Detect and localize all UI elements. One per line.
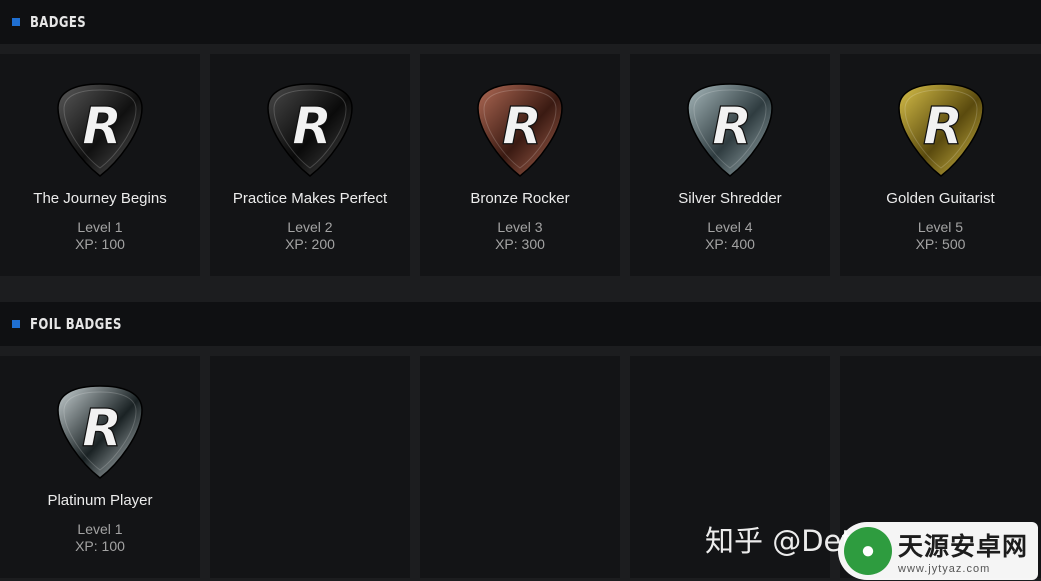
foil-badges-section-title: FOIL BADGES [30, 315, 122, 333]
badge-name: Bronze Rocker [470, 190, 570, 207]
badge-xp: XP: 100 [75, 538, 125, 554]
guitar-pick-icon: R [267, 83, 353, 177]
badge-level: Level 3 [497, 219, 543, 235]
svg-text:R: R [922, 97, 962, 157]
site-watermark-logo: ● 天源安卓网 www.jytyaz.com [838, 522, 1038, 580]
guitar-pick-icon: R [687, 83, 773, 177]
badge-level: Level 2 [287, 219, 333, 235]
guitar-pick-icon: R [57, 83, 143, 177]
badge-xp: XP: 400 [705, 236, 755, 252]
badge-xp: XP: 100 [75, 236, 125, 252]
badge-name: Golden Guitarist [886, 190, 995, 207]
foil-badge-card[interactable]: R Platinum Player Level 1 XP: 100 [0, 356, 200, 578]
badges-row: R The Journey Begins Level 1 XP: 100 R P… [0, 54, 1041, 276]
svg-text:R: R [82, 399, 122, 459]
svg-text:R: R [502, 97, 542, 157]
android-robot-icon: ● [844, 527, 892, 575]
badge-card[interactable]: R Bronze Rocker Level 3 XP: 300 [420, 54, 620, 276]
badge-xp: XP: 300 [495, 236, 545, 252]
badges-section-title: BADGES [30, 13, 87, 31]
empty-badge-slot [210, 356, 410, 578]
empty-badge-slot [420, 356, 620, 578]
svg-text:R: R [292, 97, 332, 157]
watermark-logo-url: www.jytyaz.com [898, 563, 991, 575]
svg-text:R: R [712, 97, 752, 157]
badge-name: Silver Shredder [678, 190, 782, 207]
watermark-logo-title: 天源安卓网 [898, 532, 1029, 561]
badge-card[interactable]: R Golden Guitarist Level 5 XP: 500 [840, 54, 1041, 276]
section-marker [12, 320, 20, 328]
badge-xp: XP: 200 [285, 236, 335, 252]
badge-xp: XP: 500 [915, 236, 966, 252]
guitar-pick-icon: R [57, 385, 143, 479]
foil-badges-section-header: FOIL BADGES [0, 302, 1041, 346]
guitar-pick-icon: R [897, 83, 984, 177]
badge-level: Level 1 [77, 521, 123, 537]
badge-level: Level 4 [707, 219, 753, 235]
badge-name: Practice Makes Perfect [232, 190, 388, 207]
badge-name: Platinum Player [47, 492, 153, 509]
badge-name: The Journey Begins [33, 190, 167, 207]
svg-text:R: R [82, 97, 122, 157]
badge-card[interactable]: R Silver Shredder Level 4 XP: 400 [630, 54, 830, 276]
badges-section-header: BADGES [0, 0, 1041, 44]
guitar-pick-icon: R [477, 83, 563, 177]
badge-card[interactable]: R Practice Makes Perfect Level 2 XP: 200 [210, 54, 410, 276]
badge-level: Level 5 [917, 219, 964, 235]
badge-level: Level 1 [77, 219, 123, 235]
badge-card[interactable]: R The Journey Begins Level 1 XP: 100 [0, 54, 200, 276]
section-marker [12, 18, 20, 26]
